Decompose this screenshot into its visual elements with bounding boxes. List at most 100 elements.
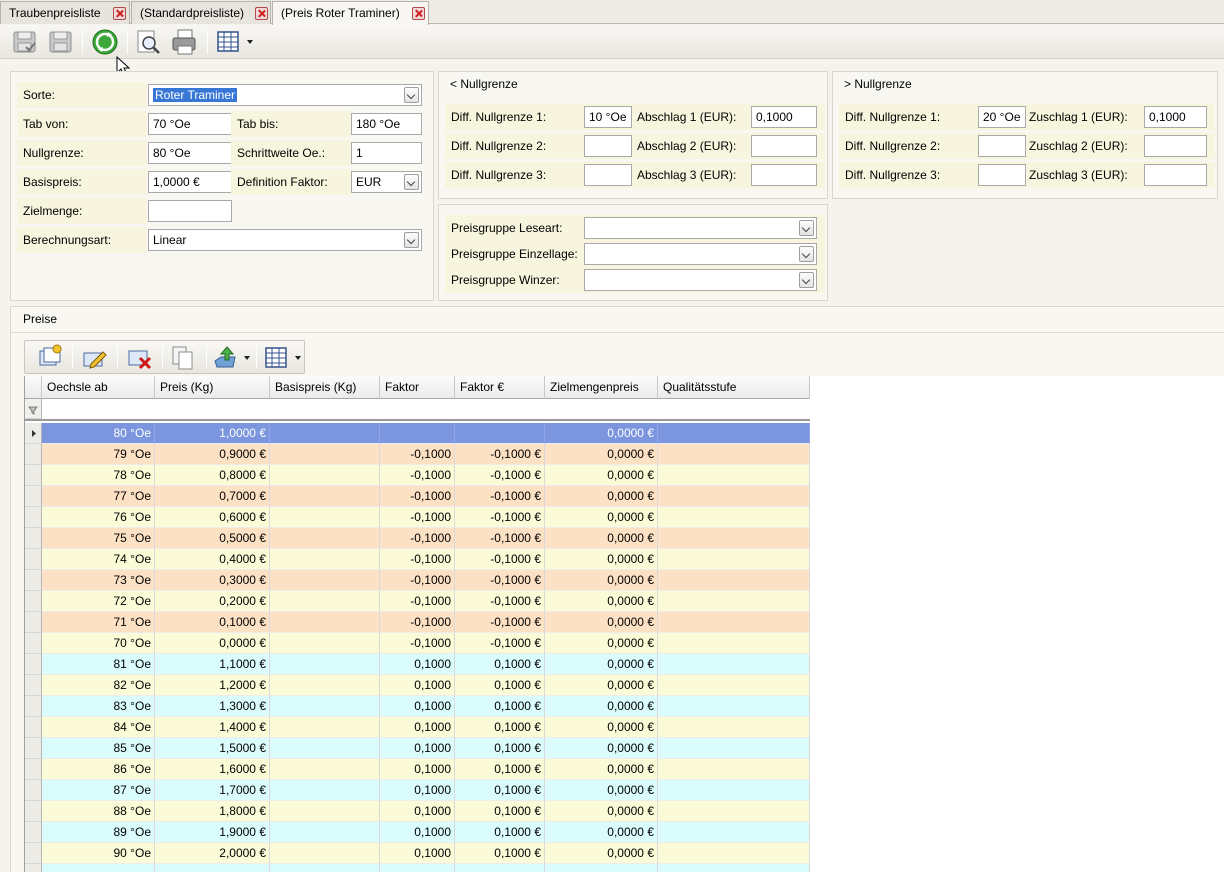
row-selector[interactable] xyxy=(25,570,42,591)
cell-preis[interactable]: 2,0000 € xyxy=(155,843,270,864)
cell-faktor[interactable]: -0,1000 xyxy=(380,570,455,591)
cell-zielmengenpreis[interactable]: 0,0000 € xyxy=(545,465,658,486)
cell-oechsle[interactable]: 79 °Oe xyxy=(42,444,155,465)
table-row[interactable]: 86 °Oe 1,6000 € 0,1000 0,1000 €0,0000 € xyxy=(25,759,810,780)
table-row[interactable]: 82 °Oe 1,2000 € 0,1000 0,1000 €0,0000 € xyxy=(25,675,810,696)
cell-faktor[interactable]: 0,1000 xyxy=(380,675,455,696)
new-record-button[interactable] xyxy=(36,343,64,371)
cell-faktor-eur[interactable]: 0,1000 € xyxy=(455,696,545,717)
cell-zielmengenpreis[interactable]: 0,0000 € xyxy=(545,675,658,696)
preisgruppe-winzer-select[interactable] xyxy=(584,269,817,291)
column-header[interactable]: Preis (Kg) xyxy=(155,376,270,399)
chevron-down-icon[interactable] xyxy=(404,174,419,190)
cell-basispreis[interactable] xyxy=(270,822,380,843)
cell-basispreis[interactable] xyxy=(270,675,380,696)
cell-faktor[interactable]: 0,1000 xyxy=(380,717,455,738)
cell-oechsle[interactable]: 76 °Oe xyxy=(42,507,155,528)
cell-preis[interactable]: 0,5000 € xyxy=(155,528,270,549)
cell-oechsle[interactable]: 85 °Oe xyxy=(42,738,155,759)
cell-faktor-eur[interactable]: 0,1000 € xyxy=(455,843,545,864)
chevron-down-icon[interactable] xyxy=(799,272,814,288)
cell-faktor[interactable]: 0,1000 xyxy=(380,843,455,864)
cell-preis[interactable]: 1,1000 € xyxy=(155,654,270,675)
cell-oechsle[interactable]: 74 °Oe xyxy=(42,549,155,570)
chevron-down-icon[interactable] xyxy=(295,356,301,360)
cell-faktor[interactable]: 0,1000 xyxy=(380,801,455,822)
cell-faktor[interactable]: -0,1000 xyxy=(380,528,455,549)
chevron-down-icon[interactable] xyxy=(244,356,250,360)
diff3-field[interactable] xyxy=(978,164,1026,186)
cell-qualitaet[interactable] xyxy=(658,633,810,654)
table-row[interactable]: 88 °Oe 1,8000 € 0,1000 0,1000 €0,0000 € xyxy=(25,801,810,822)
cell-zielmengenpreis[interactable]: 0,0000 € xyxy=(545,549,658,570)
cell-qualitaet[interactable] xyxy=(658,591,810,612)
cell-faktor[interactable]: -0,1000 xyxy=(380,612,455,633)
cell-oechsle[interactable]: 77 °Oe xyxy=(42,486,155,507)
table-row[interactable]: 78 °Oe 0,8000 € -0,1000 -0,1000 €0,0000 € xyxy=(25,465,810,486)
column-header[interactable]: Faktor xyxy=(380,376,455,399)
abschlag2-field[interactable] xyxy=(751,135,817,157)
cell-oechsle[interactable]: 71 °Oe xyxy=(42,612,155,633)
tab-von-field[interactable]: 70 °Oe xyxy=(148,113,232,135)
cell-zielmengenpreis[interactable] xyxy=(545,864,658,872)
grid-layout-button[interactable] xyxy=(215,28,243,56)
cell-faktor[interactable]: -0,1000 xyxy=(380,465,455,486)
cell-oechsle[interactable]: 87 °Oe xyxy=(42,780,155,801)
table-row[interactable]: 84 °Oe 1,4000 € 0,1000 0,1000 €0,0000 € xyxy=(25,717,810,738)
row-selector[interactable] xyxy=(25,633,42,654)
cell-zielmengenpreis[interactable]: 0,0000 € xyxy=(545,507,658,528)
cell-preis[interactable]: 1,8000 € xyxy=(155,801,270,822)
row-selector[interactable] xyxy=(25,843,42,864)
diff1-field[interactable]: 20 °Oe xyxy=(978,106,1026,128)
cell-faktor[interactable] xyxy=(380,864,455,872)
row-selector[interactable] xyxy=(25,507,42,528)
cell-zielmengenpreis[interactable]: 0,0000 € xyxy=(545,738,658,759)
cell-faktor[interactable] xyxy=(380,423,455,444)
cell-faktor-eur[interactable] xyxy=(455,864,545,872)
cell-basispreis[interactable] xyxy=(270,528,380,549)
cell-faktor-eur[interactable]: 0,1000 € xyxy=(455,717,545,738)
cell-basispreis[interactable] xyxy=(270,444,380,465)
cell-basispreis[interactable] xyxy=(270,780,380,801)
cell-oechsle[interactable]: 78 °Oe xyxy=(42,465,155,486)
cell-zielmengenpreis[interactable]: 0,0000 € xyxy=(545,612,658,633)
chevron-down-icon[interactable] xyxy=(404,87,419,103)
table-row[interactable]: 76 °Oe 0,6000 € -0,1000 -0,1000 €0,0000 € xyxy=(25,507,810,528)
zuschlag2-field[interactable] xyxy=(1144,135,1207,157)
cell-oechsle[interactable]: 83 °Oe xyxy=(42,696,155,717)
cell-qualitaet[interactable] xyxy=(658,570,810,591)
cell-faktor-eur[interactable]: 0,1000 € xyxy=(455,822,545,843)
cell-basispreis[interactable] xyxy=(270,423,380,444)
cell-zielmengenpreis[interactable]: 0,0000 € xyxy=(545,444,658,465)
row-selector[interactable] xyxy=(25,612,42,633)
definition-faktor-select[interactable]: EUR xyxy=(351,171,422,193)
cell-basispreis[interactable] xyxy=(270,759,380,780)
cell-qualitaet[interactable] xyxy=(658,654,810,675)
diff1-field[interactable]: 10 °Oe xyxy=(584,106,632,128)
cell-faktor[interactable]: 0,1000 xyxy=(380,759,455,780)
cell-zielmengenpreis[interactable]: 0,0000 € xyxy=(545,486,658,507)
cell-preis[interactable] xyxy=(155,864,270,872)
row-selector[interactable] xyxy=(25,675,42,696)
table-row[interactable] xyxy=(25,864,810,872)
cell-oechsle[interactable]: 70 °Oe xyxy=(42,633,155,654)
sorte-select[interactable]: Roter Traminer xyxy=(148,84,422,106)
cell-qualitaet[interactable] xyxy=(658,423,810,444)
cell-zielmengenpreis[interactable]: 0,0000 € xyxy=(545,822,658,843)
cell-basispreis[interactable] xyxy=(270,570,380,591)
diff3-field[interactable] xyxy=(584,164,632,186)
diff2-field[interactable] xyxy=(584,135,632,157)
cell-preis[interactable]: 0,2000 € xyxy=(155,591,270,612)
row-selector[interactable] xyxy=(25,864,42,872)
cell-preis[interactable]: 1,3000 € xyxy=(155,696,270,717)
cell-basispreis[interactable] xyxy=(270,612,380,633)
cell-basispreis[interactable] xyxy=(270,507,380,528)
chevron-down-icon[interactable] xyxy=(247,40,253,44)
cell-qualitaet[interactable] xyxy=(658,864,810,872)
cell-zielmengenpreis[interactable]: 0,0000 € xyxy=(545,528,658,549)
cell-zielmengenpreis[interactable]: 0,0000 € xyxy=(545,591,658,612)
row-selector[interactable] xyxy=(25,465,42,486)
cell-oechsle[interactable]: 81 °Oe xyxy=(42,654,155,675)
cell-faktor[interactable]: -0,1000 xyxy=(380,633,455,654)
cell-preis[interactable]: 1,7000 € xyxy=(155,780,270,801)
